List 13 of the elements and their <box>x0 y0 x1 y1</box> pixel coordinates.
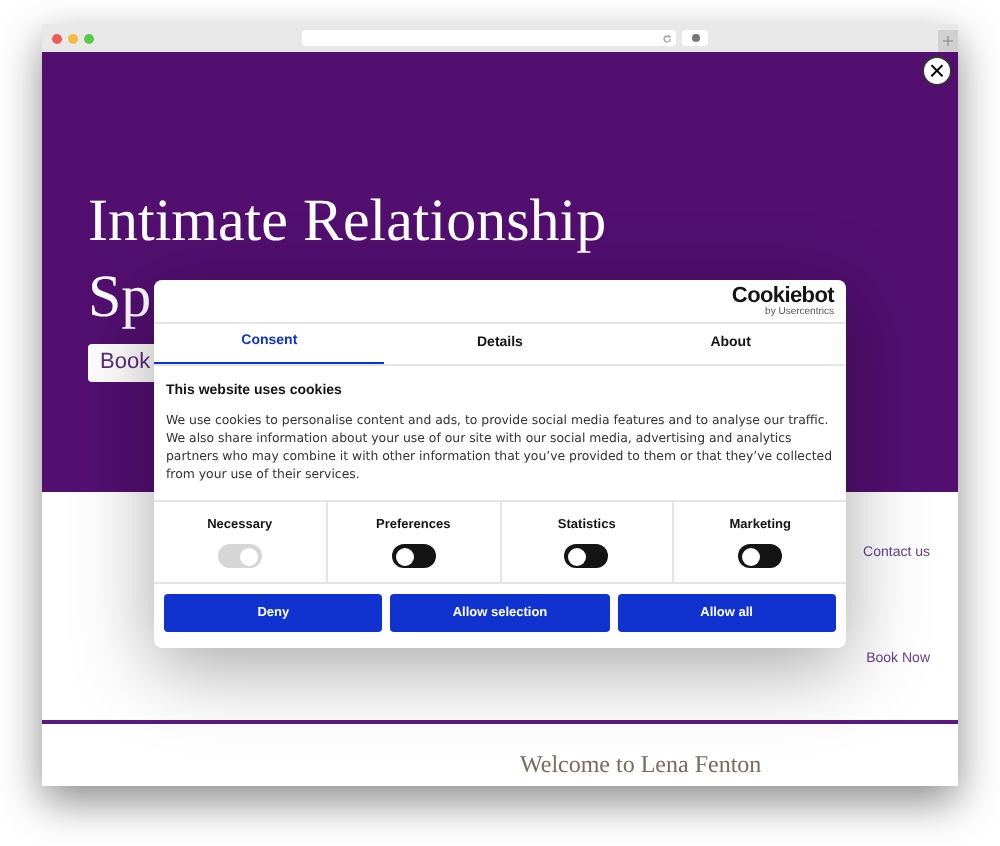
toggle-switch[interactable] <box>738 544 783 569</box>
reload-icon[interactable] <box>662 33 672 43</box>
close-button[interactable]: × <box>922 56 952 86</box>
hero-title: Intimate Relationship <box>88 186 607 258</box>
close-window-icon[interactable] <box>52 33 62 43</box>
hero-title-second-line: Sp <box>88 262 152 334</box>
welcome-heading: Welcome to Lena Fenton <box>520 750 764 778</box>
toggle-switch[interactable] <box>564 544 609 569</box>
toggle-switch[interactable] <box>391 544 436 569</box>
minimize-window-icon[interactable] <box>68 33 78 43</box>
new-tab-icon[interactable] <box>938 30 958 52</box>
maximize-window-icon[interactable] <box>84 33 94 43</box>
toolbar-button[interactable] <box>682 30 708 46</box>
